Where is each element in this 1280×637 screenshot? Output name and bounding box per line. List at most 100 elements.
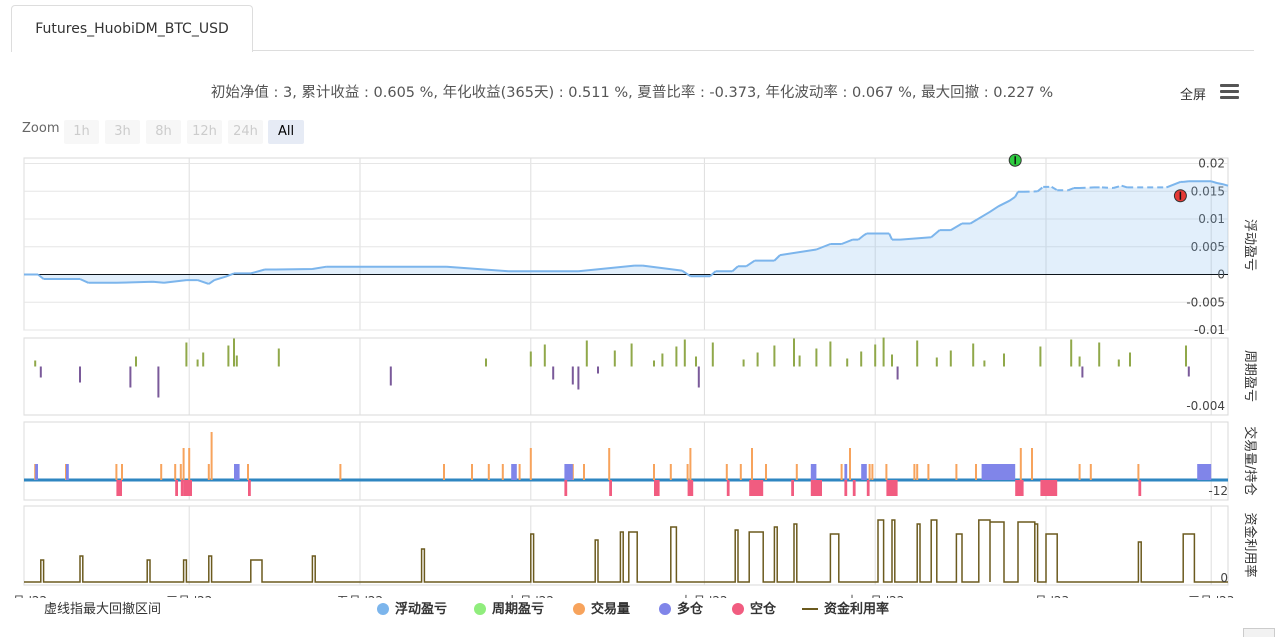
hamburger-menu-icon[interactable]	[1220, 84, 1239, 99]
volume-bar	[653, 464, 655, 480]
period-pnl-bar	[846, 358, 849, 367]
legend-label: 浮动盈亏	[395, 602, 448, 617]
axis-title-2: 交易量/持仓	[1242, 426, 1258, 495]
volume-bar	[751, 448, 753, 480]
legend-item-3[interactable]: 多仓	[659, 598, 703, 617]
short-position-block	[248, 480, 251, 496]
short-position-block	[852, 480, 856, 496]
x-tick-label: 一月 '23	[1023, 594, 1069, 598]
volume-bar	[583, 464, 585, 480]
short-position-block	[175, 480, 178, 496]
zoom-1h-button[interactable]: 1h	[64, 120, 99, 144]
long-position-block	[564, 464, 573, 480]
volume-bar	[955, 464, 958, 480]
short-position-block	[1040, 480, 1058, 496]
period-pnl-bar	[1078, 356, 1081, 367]
volume-bar	[501, 464, 504, 480]
volume-bar	[182, 448, 185, 480]
short-position-block	[180, 480, 184, 496]
volume-bar	[247, 464, 249, 480]
period-pnl-bar	[39, 366, 42, 378]
period-pnl-bar	[389, 366, 392, 386]
period-pnl-bar	[972, 343, 975, 367]
volume-bar	[487, 464, 490, 480]
period-pnl-bar	[756, 352, 759, 367]
tab-divider	[252, 50, 1254, 51]
drawdown-note: 虚线指最大回撤区间	[44, 602, 162, 617]
period-pnl-bar	[543, 344, 546, 367]
period-pnl-bar	[135, 356, 137, 367]
short-position-block	[726, 480, 730, 496]
period-pnl-bar	[235, 355, 238, 367]
volume-bar	[689, 448, 692, 480]
short-position-block	[564, 480, 568, 496]
period-pnl-bar	[860, 351, 863, 367]
legend-dot-icon	[659, 603, 671, 615]
volume-bar	[174, 464, 177, 480]
legend-line-icon	[802, 608, 818, 610]
volume-bar	[529, 448, 532, 480]
period-pnl-bar	[695, 356, 697, 367]
y-tick-label: -0.004	[1186, 399, 1225, 413]
period-pnl-bar	[227, 345, 230, 367]
short-position-block	[654, 480, 660, 496]
period-pnl-bar	[630, 343, 633, 367]
volume-bar	[871, 464, 874, 480]
period-pnl-bar	[185, 342, 188, 367]
legend-item-0[interactable]: 浮动盈亏	[377, 598, 447, 617]
period-pnl-bar	[1098, 342, 1101, 367]
period-pnl-bar	[529, 351, 532, 367]
legend-label: 资金利用率	[824, 602, 890, 617]
volume-bar	[210, 432, 213, 480]
volume-bar	[1019, 448, 1022, 480]
volume-bar	[608, 448, 611, 480]
zoom-24h-button[interactable]: 24h	[228, 120, 263, 144]
legend-item-5[interactable]: 资金利用率	[802, 598, 889, 617]
long-position-block	[861, 464, 867, 480]
floating-pnl-area	[24, 181, 1228, 284]
zoom-8h-button[interactable]: 8h	[146, 120, 181, 144]
period-pnl-bar	[1003, 353, 1005, 367]
volume-bar	[849, 448, 851, 480]
period-pnl-bar	[1129, 352, 1131, 367]
y-tick-label: -0.01	[1194, 323, 1225, 337]
zoom-all-button[interactable]: All	[268, 120, 304, 144]
volume-bar	[669, 464, 672, 480]
volume-bar	[179, 464, 182, 480]
volume-bar	[913, 464, 916, 480]
period-pnl-bar	[773, 345, 776, 367]
short-position-block	[791, 480, 794, 496]
zoom-12h-button[interactable]: 12h	[187, 120, 222, 144]
period-pnl-bar	[829, 341, 832, 367]
volume-bar	[207, 464, 210, 480]
fullscreen-button[interactable]: 全屏	[1180, 84, 1206, 103]
period-pnl-bar	[233, 338, 235, 367]
period-pnl-bar	[485, 358, 487, 367]
long-position-block	[981, 464, 1016, 480]
period-pnl-bar	[697, 366, 700, 388]
period-pnl-bar	[815, 348, 818, 367]
period-pnl-bar	[585, 340, 588, 367]
tab-futures-huobidm-btc-usd[interactable]: Futures_HuobiDM_BTC_USD	[11, 5, 253, 52]
zoom-3h-button[interactable]: 3h	[105, 120, 140, 144]
legend-item-4[interactable]: 空仓	[732, 598, 776, 617]
period-pnl-bar	[277, 348, 280, 367]
volume-bar	[725, 464, 728, 480]
volume-bar	[916, 464, 919, 480]
volume-bar	[975, 464, 977, 480]
period-pnl-bar	[79, 366, 81, 383]
legend-item-1[interactable]: 周期盈亏	[474, 598, 544, 617]
tab-bar: Futures_HuobiDM_BTC_USD	[0, 0, 1254, 52]
y-tick-label: 0	[1220, 571, 1228, 585]
period-pnl-bar	[196, 359, 199, 367]
y-tick-label: -0.005	[1186, 295, 1225, 309]
period-pnl-bar	[1081, 366, 1084, 378]
legend-item-2[interactable]: 交易量	[573, 598, 630, 617]
long-position-block	[234, 464, 240, 480]
period-pnl-bar	[1187, 366, 1190, 377]
period-pnl-bar	[916, 340, 919, 367]
period-pnl-bar	[798, 355, 801, 367]
volume-bar	[1089, 464, 1092, 480]
period-pnl-bar	[157, 366, 160, 398]
x-tick-label: 一月 '22	[1, 594, 47, 598]
